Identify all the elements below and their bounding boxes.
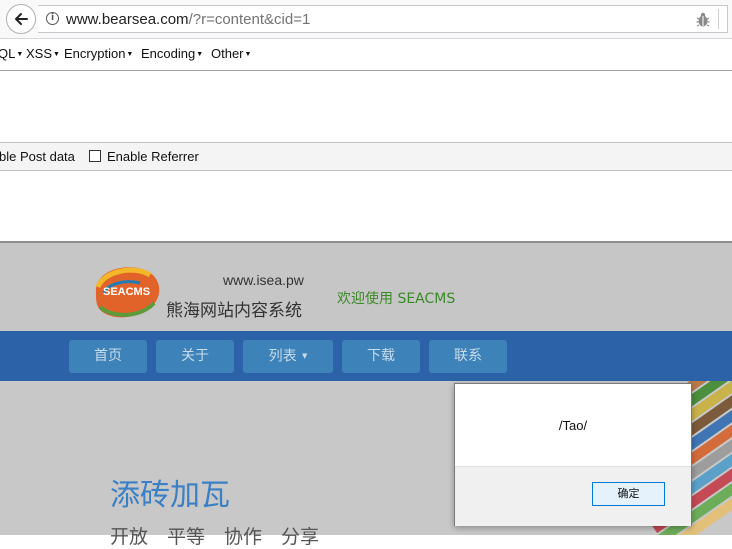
nav-home[interactable]: 首页	[69, 340, 147, 373]
nav-list[interactable]: 列表 ▼	[243, 340, 333, 373]
logo-text: SEACMS	[103, 286, 151, 298]
site-domain: www.isea.pw	[223, 272, 304, 288]
alert-ok-button[interactable]: 确定	[592, 482, 665, 506]
back-button[interactable]	[6, 4, 36, 34]
nav-about[interactable]: 关于	[156, 340, 234, 373]
nav-list-label: 列表	[268, 348, 297, 365]
site-name: 熊海网站内容系统	[166, 301, 302, 321]
menu-sql[interactable]: QL▼	[0, 46, 23, 61]
menu-other[interactable]: Other▼	[211, 46, 251, 61]
alert-message: /Tao/	[558, 418, 588, 433]
dropdown-caret-icon: ▼	[244, 51, 252, 59]
dropdown-caret-icon: ▼	[53, 51, 60, 59]
enable-referrer-label[interactable]: Enable Referrer	[107, 149, 199, 164]
nav-contact[interactable]: 联系	[429, 340, 507, 373]
nav-download[interactable]: 下载	[342, 340, 420, 373]
hero-subtitle: 开放 平等 协作 分享	[110, 526, 320, 548]
dropdown-caret-icon: ▼	[196, 51, 204, 59]
info-icon[interactable]: i	[46, 12, 59, 25]
enable-referrer-checkbox[interactable]	[89, 150, 101, 162]
back-arrow-icon	[15, 13, 28, 25]
menu-encoding-label: Encoding	[141, 46, 196, 61]
dropdown-caret-icon: ▼	[302, 352, 308, 360]
url-host: www.bearsea.com	[66, 11, 189, 28]
menu-encryption[interactable]: Encryption▼	[64, 46, 133, 61]
menu-other-label: Other	[211, 46, 244, 61]
menu-encryption-label: Encryption	[64, 46, 126, 61]
hackbar-url-textarea[interactable]	[0, 71, 732, 143]
menu-xss[interactable]: XSS▼	[26, 46, 60, 61]
hero-title: 添砖加瓦	[110, 478, 230, 513]
url-text[interactable]: www.bearsea.com/?r=content&cid=1	[66, 11, 310, 28]
bug-icon[interactable]	[696, 12, 710, 28]
enable-post-label[interactable]: ble Post data	[0, 149, 75, 164]
menu-sql-label: QL	[0, 46, 16, 61]
dropdown-caret-icon: ▼	[126, 51, 134, 59]
welcome-text: 欢迎使用 SEACMS	[337, 291, 456, 307]
menu-encoding[interactable]: Encoding▼	[141, 46, 203, 61]
hackbar-post-textarea[interactable]	[0, 171, 732, 243]
url-path: /?r=content&cid=1	[188, 11, 311, 28]
toolbar-divider	[718, 9, 719, 29]
menu-xss-label: XSS	[26, 46, 53, 61]
dropdown-caret-icon: ▼	[16, 51, 24, 59]
